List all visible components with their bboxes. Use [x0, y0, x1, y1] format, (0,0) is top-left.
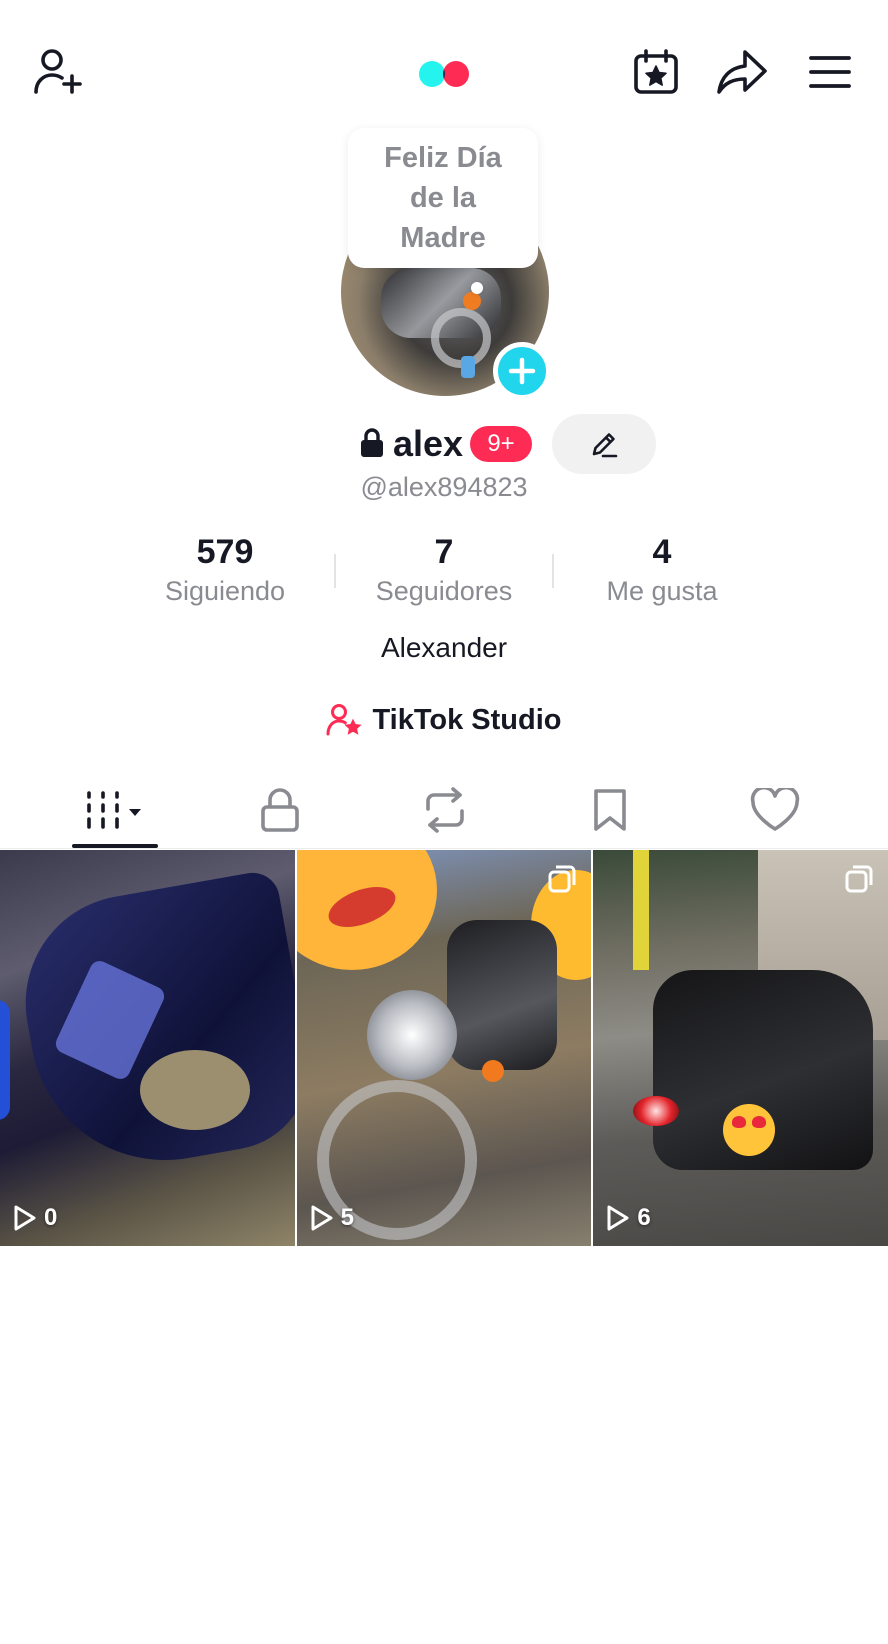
stat-divider: [334, 554, 336, 588]
bookmark-icon: [593, 789, 626, 831]
repost-icon: [425, 787, 464, 833]
stat-followers[interactable]: 7 Seguidores: [344, 530, 544, 608]
following-count: 579: [196, 533, 254, 571]
videos-grid-icon: [86, 791, 141, 829]
lock-icon: [260, 788, 299, 832]
profile-note-bubble[interactable]: Feliz Día de la Madre: [348, 128, 538, 268]
following-label: Siguiendo: [164, 576, 286, 606]
person-add-icon[interactable]: [30, 44, 86, 100]
tiktok-logo: [419, 61, 471, 87]
stat-likes[interactable]: 4 Me gusta: [562, 530, 762, 608]
view-count-value: 0: [44, 1204, 58, 1231]
tiktok-studio-button[interactable]: TikTok Studio: [0, 698, 888, 742]
calendar-star-icon[interactable]: [628, 44, 684, 100]
view-count: 5: [309, 1204, 354, 1232]
tab-liked[interactable]: [692, 770, 857, 850]
studio-person-star-icon: [326, 704, 363, 736]
edit-profile-button[interactable]: [552, 414, 656, 474]
tab-favorites[interactable]: [527, 770, 692, 850]
thumbnail-image-detail: [140, 1050, 250, 1130]
thumbnail-image-detail: [633, 850, 650, 970]
video-thumbnail[interactable]: 6: [593, 850, 888, 1246]
note-pointer-dot: [471, 282, 483, 294]
play-icon: [607, 1205, 629, 1231]
username: alex: [393, 423, 464, 464]
hamburger-menu-icon[interactable]: [802, 44, 858, 100]
studio-label: TikTok Studio: [372, 703, 562, 736]
view-count-value: 6: [637, 1204, 651, 1231]
multi-photo-icon: [548, 865, 576, 893]
avatar-photo-detail: [461, 356, 475, 378]
tab-private[interactable]: [197, 770, 362, 850]
private-lock-icon: [361, 428, 383, 457]
stat-following[interactable]: 579 Siguiendo: [125, 530, 325, 608]
stat-divider: [552, 554, 554, 588]
multi-photo-icon: [845, 865, 873, 893]
note-text: Feliz Día de la Madre: [384, 142, 502, 254]
profile-stats: 579 Siguiendo 7 Seguidores 4 Me gusta: [0, 530, 888, 610]
view-count-value: 5: [340, 1204, 355, 1231]
view-count: 0: [12, 1204, 57, 1232]
top-bar: [0, 0, 888, 140]
likes-label: Me gusta: [606, 576, 718, 606]
followers-count: 7: [434, 533, 454, 571]
video-thumbnail[interactable]: 5: [296, 850, 592, 1246]
play-icon: [14, 1205, 36, 1231]
thumbnail-image-detail: [481, 1060, 504, 1082]
content-tabs: [0, 770, 888, 850]
name-row: alex 9+: [0, 412, 888, 476]
thumbnail-image-detail: [446, 920, 557, 1070]
thumbnail-image-detail: [0, 1000, 10, 1120]
logo-dot-cyan: [419, 61, 445, 87]
add-story-button[interactable]: [493, 342, 551, 400]
video-thumbnail[interactable]: 0: [0, 850, 295, 1246]
heart-eyes-emoji-sticker: [723, 1104, 776, 1156]
view-count: 6: [605, 1204, 651, 1232]
user-handle: @alex894823: [360, 472, 528, 502]
notification-badge[interactable]: 9+: [470, 426, 532, 462]
heart-icon: [750, 788, 799, 831]
likes-count: 4: [652, 533, 672, 571]
play-icon: [311, 1205, 333, 1231]
tab-videos[interactable]: [32, 770, 197, 850]
tab-reposts[interactable]: [362, 770, 527, 850]
plus-icon: [508, 357, 536, 385]
tabs-divider: [0, 848, 888, 849]
avatar-photo-light: [463, 292, 481, 310]
profile-bio: Alexander: [380, 632, 508, 663]
share-arrow-icon[interactable]: [714, 44, 770, 100]
video-grid: 0 5 6: [0, 850, 888, 1246]
pencil-icon: [592, 433, 618, 458]
logo-dot-red: [443, 61, 469, 87]
followers-label: Seguidores: [375, 576, 513, 606]
thumbnail-image-sticker: [296, 850, 437, 970]
thumbnail-image-detail: [366, 990, 457, 1080]
